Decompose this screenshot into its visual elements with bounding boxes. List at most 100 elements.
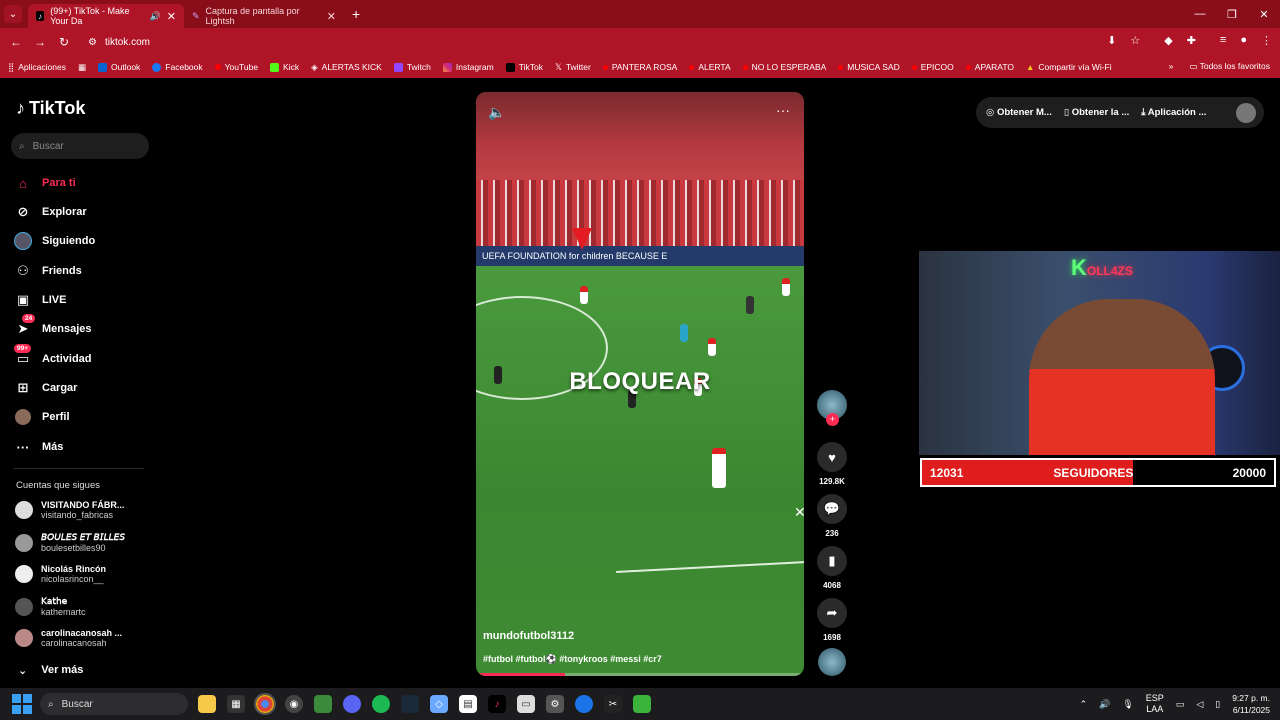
following-account[interactable]: Nicolás Rincón nicolasrincon__: [15, 564, 106, 584]
download-app-button[interactable]: ⤓ Aplicación ...: [1141, 107, 1206, 118]
store-icon[interactable]: ▦: [227, 695, 245, 713]
search-input[interactable]: ⌕ Buscar: [11, 133, 149, 159]
bookmark-outlook[interactable]: Outlook: [98, 62, 140, 72]
minimize-button[interactable]: —: [1184, 0, 1216, 28]
bookmark-apps[interactable]: ⣿ Aplicaciones: [8, 62, 66, 73]
bookmark-tiktok[interactable]: TikTok: [505, 62, 543, 72]
following-account[interactable]: VISITANDO FÁBR... visitando_fabricas: [15, 500, 124, 520]
clock[interactable]: 9:27 p. m. 6/11/2025: [1232, 692, 1270, 716]
profile-avatar-icon[interactable]: ●: [1240, 34, 1247, 47]
bookmark-instagram[interactable]: Instagram: [442, 62, 494, 72]
nav-mensajes[interactable]: ➤ 24 Mensajes: [14, 314, 92, 338]
nav-cargar[interactable]: ⊞ Cargar: [14, 379, 78, 397]
video-hashtags[interactable]: #futbol #futbol⚽ #tonykroos #messi #cr7: [483, 654, 662, 665]
like-button[interactable]: ♥ 129.8K: [816, 442, 848, 486]
language-indicator[interactable]: ESP LAA: [1146, 693, 1164, 715]
get-app-button[interactable]: ▯ Obtener la ...: [1064, 107, 1129, 118]
nav-para-ti[interactable]: ⌂ Para ti: [14, 174, 76, 192]
bookmark-facebook[interactable]: Facebook: [152, 62, 203, 72]
clipboard-icon[interactable]: ▭: [517, 695, 535, 713]
following-account[interactable]: carolinacanosah ... carolinacanosah: [15, 628, 122, 648]
share-button[interactable]: ➦ 1698: [816, 598, 848, 642]
capcut-icon[interactable]: ✂: [604, 695, 622, 713]
steam-icon[interactable]: [401, 695, 419, 713]
battery-icon[interactable]: ▯: [1215, 699, 1220, 710]
see-more-button[interactable]: ⌄ Ver más: [18, 664, 83, 677]
bookmark-grid[interactable]: ▦: [78, 62, 86, 73]
sound-disc[interactable]: [816, 648, 848, 676]
windows-start-icon[interactable]: [12, 694, 32, 714]
bookmark-alertas-kick[interactable]: ◈ ALERTAS KICK: [311, 62, 382, 73]
document-icon[interactable]: ▤: [459, 695, 477, 713]
get-coins-button[interactable]: ◎ Obtener M...: [986, 107, 1052, 118]
back-button[interactable]: ←: [4, 35, 28, 49]
following-account[interactable]: 𝖪𝖺𝗍𝗁𝖾 kathemartc: [15, 596, 86, 617]
taskbar-search[interactable]: ⌕ Buscar: [40, 693, 188, 715]
url-field[interactable]: ⚙ tiktok.com: [88, 37, 150, 48]
tiktok-logo[interactable]: ♪ TikTok: [16, 98, 85, 119]
nav-friends[interactable]: ⚇ Friends: [14, 262, 82, 280]
file-explorer-icon[interactable]: [198, 695, 216, 713]
obs-icon[interactable]: ◉: [285, 695, 303, 713]
speaker-icon[interactable]: 🔊: [150, 11, 161, 22]
forward-button[interactable]: →: [28, 35, 52, 49]
tab-tiktok[interactable]: ♪ (99+) TikTok - Make Your Da 🔊 ✕: [28, 4, 184, 28]
volume-icon[interactable]: ◁: [1196, 699, 1203, 710]
nav-actividad[interactable]: ▭ 99+ Actividad: [14, 344, 92, 368]
bookmark-epicoo[interactable]: EPICOO: [911, 62, 954, 72]
speaker-icon[interactable]: 🔊: [1099, 699, 1110, 710]
nav-mas[interactable]: ··· Más: [14, 438, 64, 456]
all-bookmarks-folder[interactable]: ▭ Todos los favoritos: [1189, 61, 1270, 72]
discord-icon[interactable]: [343, 695, 361, 713]
video-progress-bar[interactable]: [476, 673, 804, 676]
close-tab-icon[interactable]: ✕: [327, 10, 336, 23]
settings-gear-icon[interactable]: ⚙: [546, 695, 564, 713]
network-icon[interactable]: ▭: [1176, 699, 1185, 710]
app-icon[interactable]: [314, 695, 332, 713]
bookmark-musica-sad[interactable]: MUSICA SAD: [838, 62, 900, 72]
tab-lightshot[interactable]: ✎ Captura de pantalla por Lightsh ✕: [184, 4, 344, 28]
bookmark-twitter[interactable]: 𝕏 Twitter: [555, 62, 591, 73]
video-author[interactable]: mundofutbol3112: [483, 630, 574, 642]
menu-kebab-icon[interactable]: ⋮: [1261, 34, 1272, 47]
spotify-icon[interactable]: [372, 695, 390, 713]
video-player[interactable]: UEFA FOUNDATION for children BECAUSE E B…: [476, 92, 804, 676]
nav-explorar[interactable]: ⊘ Explorar: [14, 203, 87, 221]
bookmark-no-lo-esperaba[interactable]: NO LO ESPERABA: [742, 62, 826, 72]
extensions-puzzle-icon[interactable]: ✚: [1187, 34, 1196, 47]
save-button[interactable]: ▮ 4068: [816, 546, 848, 590]
bookmark-pantera-rosa[interactable]: PANTERA ROSA: [602, 62, 677, 72]
nav-siguiendo[interactable]: Siguiendo: [14, 232, 95, 250]
follow-plus-icon[interactable]: +: [826, 413, 839, 426]
close-window-button[interactable]: ✕: [1248, 0, 1280, 28]
volume-icon[interactable]: 🔈: [488, 104, 505, 121]
user-avatar[interactable]: [1236, 102, 1256, 123]
bookmark-alerta[interactable]: ALERTA: [689, 62, 731, 72]
chevron-up-icon[interactable]: ⌃: [1080, 699, 1088, 710]
nav-perfil[interactable]: Perfil: [14, 408, 70, 426]
install-app-icon[interactable]: ⬇: [1107, 34, 1116, 47]
tab-search-button[interactable]: ⌄: [4, 5, 22, 23]
more-options-icon[interactable]: ···: [776, 102, 790, 118]
bookmark-star-icon[interactable]: ☆: [1130, 34, 1140, 47]
nav-live[interactable]: ▣ LIVE: [14, 291, 67, 309]
bookmark-youtube[interactable]: YouTube: [214, 62, 258, 72]
app-diamond-icon[interactable]: ◇: [430, 695, 448, 713]
app-blue-icon[interactable]: [575, 695, 593, 713]
comment-button[interactable]: 💬 236: [816, 494, 848, 538]
tiktok-icon[interactable]: ♪: [488, 695, 506, 713]
close-tab-icon[interactable]: ✕: [167, 10, 176, 23]
creator-avatar[interactable]: +: [817, 390, 847, 426]
bookmark-aparato[interactable]: APARATO: [965, 62, 1014, 72]
bookmark-compartir-wifi[interactable]: ▲ Compartir vía Wi-Fi: [1026, 62, 1112, 72]
extension-diamond-icon[interactable]: ◆: [1164, 34, 1172, 47]
reload-button[interactable]: ↻: [52, 35, 76, 49]
bookmark-twitch[interactable]: Twitch: [393, 62, 431, 72]
chrome-icon[interactable]: [254, 693, 276, 715]
media-queue-icon[interactable]: ≡: [1220, 34, 1226, 47]
new-tab-button[interactable]: +: [352, 6, 360, 22]
following-account[interactable]: 𝘉𝘖𝘜𝘓𝘌𝘚 𝘌𝘛 𝘉𝘐𝘓𝘓𝘌𝘚 boulesetbilles90: [15, 532, 125, 553]
close-icon[interactable]: ✕: [794, 504, 804, 521]
site-info-icon[interactable]: ⚙: [88, 37, 97, 48]
restore-button[interactable]: ❐: [1216, 0, 1248, 28]
